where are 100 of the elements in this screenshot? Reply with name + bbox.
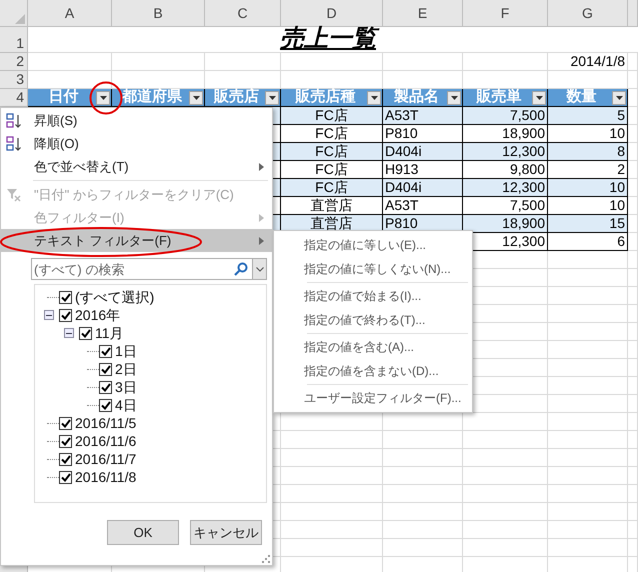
checkbox[interactable] [59,434,72,448]
table-cell[interactable]: 8 [548,143,628,161]
table-cell[interactable]: 10 [548,179,628,197]
spreadsheet-cell[interactable] [628,143,638,161]
checkbox[interactable] [99,344,112,358]
filter-button[interactable] [612,91,626,105]
spreadsheet-cell[interactable] [628,197,638,215]
table-cell[interactable]: 12,300 [463,143,548,161]
spreadsheet-cell[interactable] [383,431,463,449]
table-cell[interactable]: FC店 [281,107,383,125]
menu-item[interactable]: 指定の値で終わる(T)... [274,308,472,332]
row-header[interactable]: 3 [0,71,28,89]
tree-item-label[interactable]: 11月 [95,322,124,344]
spreadsheet-cell[interactable] [463,449,548,467]
spreadsheet-cell[interactable] [383,503,463,521]
filter-button[interactable] [532,91,546,105]
tree-item-label[interactable]: 2016/11/7 [75,448,136,470]
spreadsheet-cell[interactable] [281,53,383,71]
spreadsheet-cell[interactable] [628,377,638,395]
spreadsheet-cell[interactable] [281,539,383,557]
spreadsheet-cell[interactable] [548,323,628,341]
column-header[interactable]: F [463,0,548,27]
table-cell[interactable]: 7,500 [463,107,548,125]
spreadsheet-cell[interactable] [628,539,638,557]
checkbox[interactable] [99,398,112,412]
spreadsheet-cell[interactable] [28,53,112,71]
spreadsheet-cell[interactable] [281,485,383,503]
select-all-corner[interactable] [0,0,28,27]
dropdown-button[interactable] [253,258,267,280]
tree-item-label[interactable]: 2016/11/8 [75,466,136,488]
column-header[interactable]: D [281,0,383,27]
checkbox[interactable] [59,470,72,484]
table-cell[interactable]: D404i [383,179,463,197]
table-cell[interactable]: 6 [548,233,628,251]
table-cell[interactable]: A53T [383,107,463,125]
spreadsheet-cell[interactable] [628,485,638,503]
checkbox[interactable] [79,326,92,340]
spreadsheet-cell[interactable] [548,305,628,323]
spreadsheet-cell[interactable] [628,53,638,71]
menu-item[interactable]: ユーザー設定フィルター(F)... [274,386,472,410]
spreadsheet-cell[interactable] [463,431,548,449]
menu-item[interactable]: 指定の値を含まない(D)... [274,359,472,383]
resize-grip-icon[interactable] [262,555,270,563]
column-header[interactable]: E [383,0,463,27]
tree-item-label[interactable]: 1日 [115,340,137,362]
spreadsheet-cell[interactable] [383,539,463,557]
menu-item[interactable]: テキスト フィルター(F) [1,229,272,252]
spreadsheet-cell[interactable] [383,521,463,539]
table-cell[interactable]: 5 [548,107,628,125]
spreadsheet-cell[interactable] [463,467,548,485]
filter-button[interactable] [447,91,461,105]
checkbox[interactable] [99,362,112,376]
spreadsheet-cell[interactable] [628,449,638,467]
spreadsheet-cell[interactable] [548,467,628,485]
filter-button[interactable] [367,91,381,105]
tree-item-label[interactable]: 4日 [115,394,137,416]
table-cell[interactable]: FC店 [281,143,383,161]
checkbox[interactable] [59,308,72,322]
spreadsheet-cell[interactable] [628,251,638,269]
row-header[interactable]: 2 [0,53,28,71]
date-cell[interactable]: 2014/1/8 [548,53,628,71]
tree-item-label[interactable]: 3日 [115,376,137,398]
spreadsheet-cell[interactable] [548,449,628,467]
menu-item[interactable]: 昇順(S) [1,109,272,132]
spreadsheet-cell[interactable] [463,485,548,503]
filter-button[interactable] [96,91,110,105]
spreadsheet-cell[interactable] [281,467,383,485]
spreadsheet-cell[interactable] [628,431,638,449]
spreadsheet-cell[interactable] [463,521,548,539]
spreadsheet-cell[interactable] [281,521,383,539]
tree-item-label[interactable]: 2016/11/5 [75,412,136,434]
tree-item-label[interactable]: 2日 [115,358,137,380]
table-cell[interactable]: 18,900 [463,215,548,233]
spreadsheet-cell[interactable] [628,467,638,485]
table-cell[interactable]: FC店 [281,179,383,197]
dialog-button[interactable]: OK [107,520,179,545]
spreadsheet-cell[interactable] [628,269,638,287]
spreadsheet-cell[interactable] [463,53,548,71]
spreadsheet-cell[interactable] [628,395,638,413]
collapse-toggle[interactable] [44,310,54,320]
column-header[interactable]: C [205,0,281,27]
search-field[interactable]: (すべて) の検索 [31,258,253,280]
spreadsheet-cell[interactable] [548,251,628,269]
spreadsheet-cell[interactable] [463,539,548,557]
row-header[interactable]: 1 [0,27,28,53]
menu-item[interactable]: 指定の値に等しくない(N)... [274,257,472,281]
table-cell[interactable]: 12,300 [463,179,548,197]
spreadsheet-cell[interactable] [383,467,463,485]
checkbox[interactable] [59,452,72,466]
spreadsheet-cell[interactable] [628,233,638,251]
spreadsheet-cell[interactable] [548,359,628,377]
spreadsheet-cell[interactable] [628,305,638,323]
table-cell[interactable]: D404i [383,143,463,161]
tree-item-label[interactable]: 2016年 [75,304,120,326]
collapse-toggle[interactable] [64,328,74,338]
spreadsheet-cell[interactable] [628,413,638,431]
column-header[interactable] [628,0,638,27]
menu-item[interactable]: 色で並べ替え(T) [1,155,272,178]
spreadsheet-cell[interactable] [628,179,638,197]
checkbox[interactable] [99,380,112,394]
